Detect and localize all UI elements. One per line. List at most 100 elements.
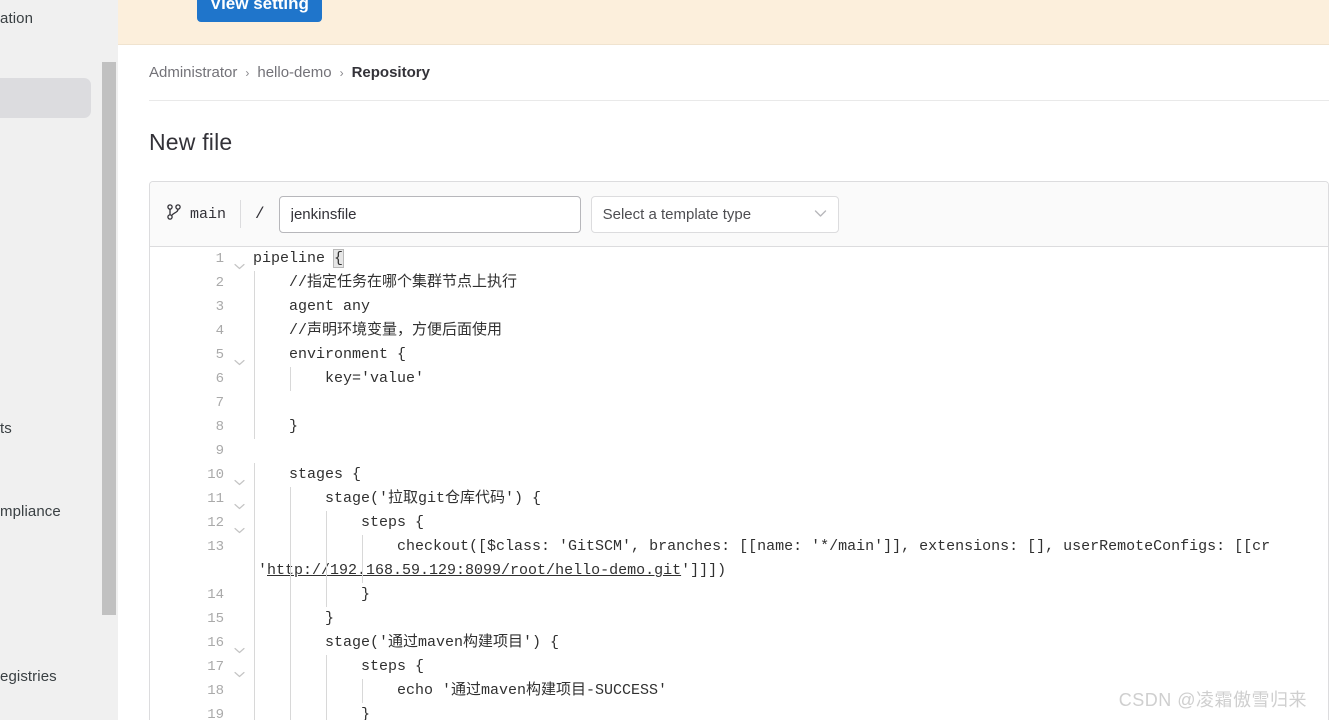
main-content: View setting Administrator › hello-demo … (118, 0, 1329, 720)
indent-guide (254, 487, 255, 511)
editor-header: main / Select a template type (150, 182, 1328, 247)
code-line-text: steps { (253, 655, 424, 679)
code-line[interactable]: 2 //指定任务在哪个集群节点上执行 (150, 271, 1328, 295)
code-line-text: } (253, 703, 370, 720)
indent-guide (254, 607, 255, 631)
watermark: CSDN @凌霜傲雪归来 (1119, 686, 1307, 712)
line-number: 8 (150, 415, 224, 439)
indent-guide (254, 703, 255, 720)
breadcrumb-item-hello-demo[interactable]: hello-demo (257, 64, 331, 81)
page-title: New file (149, 129, 232, 156)
line-number: 11 (150, 487, 224, 511)
indent-guide (290, 607, 291, 631)
code-line-text: key='value' (253, 367, 424, 391)
indent-guide (362, 535, 363, 559)
file-editor-card: main / Select a template type 1pipeline (149, 181, 1329, 720)
branch-name: main (190, 206, 226, 223)
sidebar-scrollbar-thumb[interactable] (102, 62, 116, 615)
line-number: 6 (150, 367, 224, 391)
line-number: 13 (150, 535, 224, 559)
indent-guide (254, 583, 255, 607)
code-line[interactable]: 8 } (150, 415, 1328, 439)
line-number: 9 (150, 439, 224, 463)
template-select-label: Select a template type (603, 206, 814, 223)
code-line-text: } (253, 607, 334, 631)
sidebar-item-label: ts (0, 420, 12, 437)
indent-guide (290, 679, 291, 703)
alert-banner: View setting (118, 0, 1329, 45)
sidebar-item-label: egistries (0, 668, 57, 685)
code-line[interactable]: 11 stage('拉取git仓库代码') { (150, 487, 1328, 511)
code-line[interactable]: 10 stages { (150, 463, 1328, 487)
repo-url-link[interactable]: http://192.168.59.129:8099/root/hello-de… (267, 562, 681, 579)
chevron-right-icon: › (340, 66, 344, 80)
code-line-text: pipeline { (253, 247, 343, 271)
indent-guide (326, 559, 327, 583)
sidebar-item-label: ation (0, 10, 33, 27)
code-line-text: 'http://192.168.59.129:8099/root/hello-d… (258, 559, 726, 583)
branch-selector[interactable]: main (167, 204, 226, 225)
header-divider (240, 200, 241, 228)
template-type-select[interactable]: Select a template type (591, 196, 839, 233)
code-line[interactable]: 7 (150, 391, 1328, 415)
line-number: 19 (150, 703, 224, 720)
indent-guide (254, 295, 255, 319)
filename-input[interactable] (279, 196, 581, 233)
code-editor[interactable]: 1 pipeline {2 //指定任务在哪个集群节点上执行3 agent any… (150, 247, 1328, 720)
code-line[interactable]: 15 } (150, 607, 1328, 631)
sidebar-item-label: mpliance (0, 503, 61, 520)
indent-guide (254, 271, 255, 295)
breadcrumb-item-administrator[interactable]: Administrator (149, 64, 237, 81)
breadcrumb-divider (149, 100, 1329, 101)
code-line[interactable]: 3 agent any (150, 295, 1328, 319)
indent-guide (254, 631, 255, 655)
line-number: 17 (150, 655, 224, 679)
indent-guide (254, 367, 255, 391)
indent-guide (326, 535, 327, 559)
line-number: 1 (150, 247, 224, 271)
view-setting-button[interactable]: View setting (197, 0, 322, 22)
indent-guide (290, 535, 291, 559)
matching-bracket-highlight: { (334, 250, 343, 267)
path-separator: / (255, 205, 265, 223)
indent-guide (254, 535, 255, 559)
indent-guide (254, 511, 255, 535)
indent-guide (326, 655, 327, 679)
indent-guide (290, 487, 291, 511)
indent-guide (254, 559, 255, 583)
code-line[interactable]: 9 (150, 439, 1328, 463)
line-number: 10 (150, 463, 224, 487)
indent-guide (254, 343, 255, 367)
code-line[interactable]: 5 environment { (150, 343, 1328, 367)
indent-guide (326, 703, 327, 720)
indent-guide (326, 583, 327, 607)
line-number: 2 (150, 271, 224, 295)
code-line-text: environment { (253, 343, 406, 367)
indent-guide (254, 319, 255, 343)
chevron-right-icon: › (245, 66, 249, 80)
indent-guide (290, 703, 291, 720)
sidebar-item-active[interactable] (0, 78, 91, 118)
line-number: 15 (150, 607, 224, 631)
code-line[interactable]: 1 pipeline { (150, 247, 1328, 271)
indent-guide (290, 511, 291, 535)
code-line-text: stages { (253, 463, 361, 487)
branch-icon (167, 204, 181, 225)
line-number: 14 (150, 583, 224, 607)
code-line[interactable]: 16 stage('通过maven构建项目') { (150, 631, 1328, 655)
indent-guide (290, 367, 291, 391)
indent-guide (254, 679, 255, 703)
code-line-text: stage('通过maven构建项目') { (253, 631, 559, 655)
code-line[interactable]: 4 //声明环境变量，方便后面使用 (150, 319, 1328, 343)
code-line[interactable]: 6 key='value' (150, 367, 1328, 391)
code-line-text: //声明环境变量，方便后面使用 (253, 319, 502, 343)
code-line-text: steps { (253, 511, 424, 535)
indent-guide (290, 583, 291, 607)
code-line-text: checkout([$class: 'GitSCM', branches: [[… (253, 535, 1270, 559)
line-number: 18 (150, 679, 224, 703)
line-number: 3 (150, 295, 224, 319)
breadcrumb: Administrator › hello-demo › Repository (149, 64, 430, 81)
code-line-text: stage('拉取git仓库代码') { (253, 487, 541, 511)
line-number: 5 (150, 343, 224, 367)
line-number: 4 (150, 319, 224, 343)
